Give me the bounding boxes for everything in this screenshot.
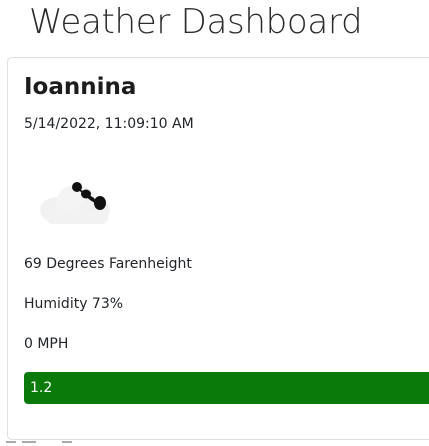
date-time: 5/14/2022, 11:09:10 AM xyxy=(24,116,194,132)
temperature-text: 69 Degrees Farenheight xyxy=(24,256,192,272)
wind-speed-text: 0 MPH xyxy=(24,336,69,352)
humidity-text: Humidity 73% xyxy=(24,296,124,312)
city-name: Ioannina xyxy=(24,74,137,100)
uv-index-badge: 1.2 xyxy=(24,372,429,404)
truncated-divider xyxy=(6,441,72,443)
page-title: Weather Dashboard xyxy=(29,2,363,42)
cloud-with-wind-icon xyxy=(40,182,110,224)
uv-index-value: 1.2 xyxy=(30,380,53,396)
weather-dashboard-page: Weather Dashboard Ioannina 5/14/2022, 11… xyxy=(0,0,429,446)
